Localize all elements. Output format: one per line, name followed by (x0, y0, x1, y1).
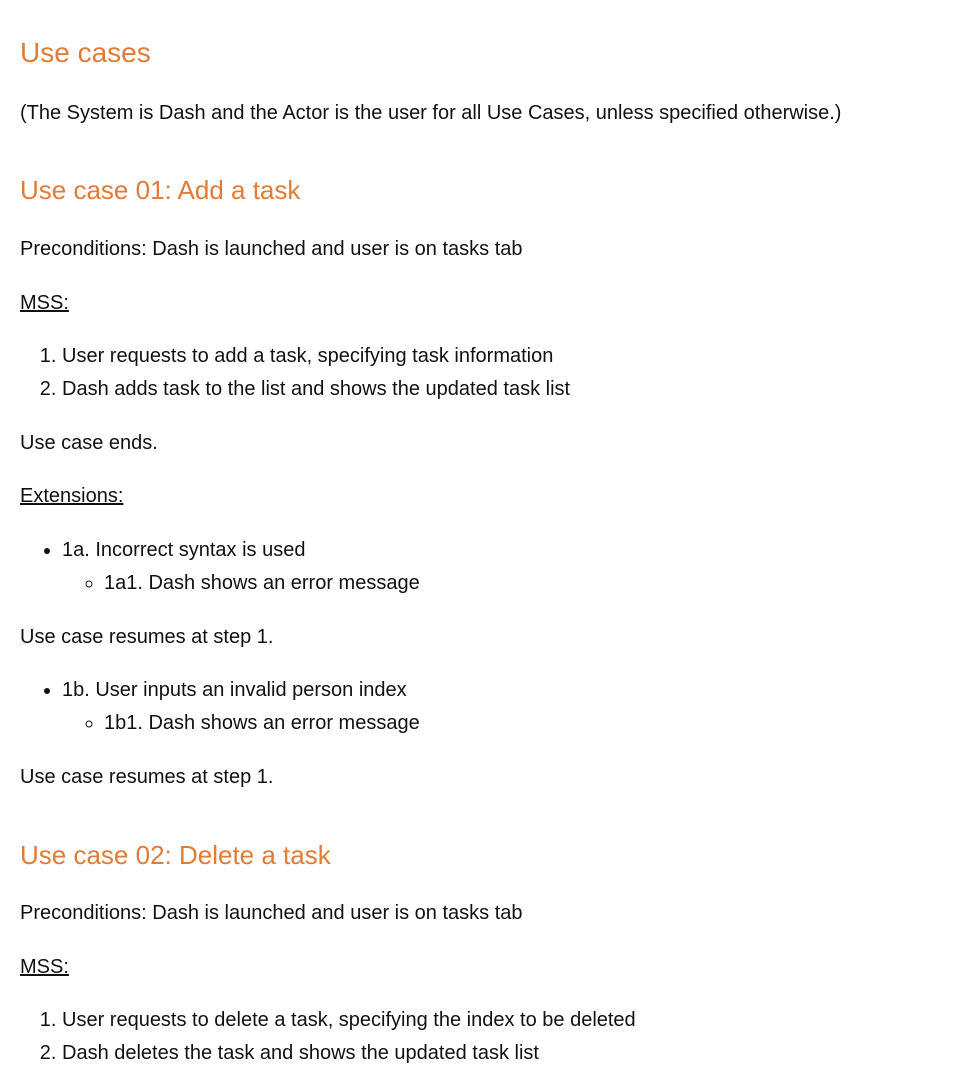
use-case-01-ends: Use case ends. (20, 432, 158, 454)
mss-step: User requests to delete a task, specifyi… (62, 1004, 636, 1037)
mss-step: User requests to add a task, specifying … (62, 340, 570, 373)
extension-item: 1a. Incorrect syntax is used 1a1. Dash s… (62, 534, 420, 600)
use-case-01-extensions-label: Extensions: (20, 485, 124, 507)
extension-item: 1b. User inputs an invalid person index … (62, 674, 420, 740)
use-case-02-mss-steps: User requests to delete a task, specifyi… (20, 1004, 636, 1070)
extension-label: 1a. Incorrect syntax is used (62, 539, 306, 561)
extension-1a: 1a. Incorrect syntax is used 1a1. Dash s… (20, 534, 420, 600)
intro-text: (The System is Dash and the Actor is the… (20, 102, 842, 124)
use-case-01-mss-steps: User requests to add a task, specifying … (20, 340, 570, 406)
mss-step: Dash adds task to the list and shows the… (62, 373, 570, 406)
extension-subitem: 1b1. Dash shows an error message (104, 707, 420, 740)
extension-1a-resume: Use case resumes at step 1. (20, 626, 274, 648)
use-case-02-preconditions: Preconditions: Dash is launched and user… (20, 902, 523, 924)
use-case-01-mss-label: MSS: (20, 292, 69, 314)
extension-1b: 1b. User inputs an invalid person index … (20, 674, 420, 740)
use-case-01-preconditions: Preconditions: Dash is launched and user… (20, 238, 523, 260)
mss-step: Dash deletes the task and shows the upda… (62, 1037, 636, 1070)
use-case-02-mss-label: MSS: (20, 956, 69, 978)
extension-1b-resume: Use case resumes at step 1. (20, 766, 274, 788)
use-case-01-title: Use case 01: Add a task (20, 175, 301, 205)
extension-label: 1b. User inputs an invalid person index (62, 679, 407, 701)
use-case-02-title: Use case 02: Delete a task (20, 840, 331, 870)
extension-subitem: 1a1. Dash shows an error message (104, 567, 420, 600)
page-heading: Use cases (20, 37, 151, 68)
